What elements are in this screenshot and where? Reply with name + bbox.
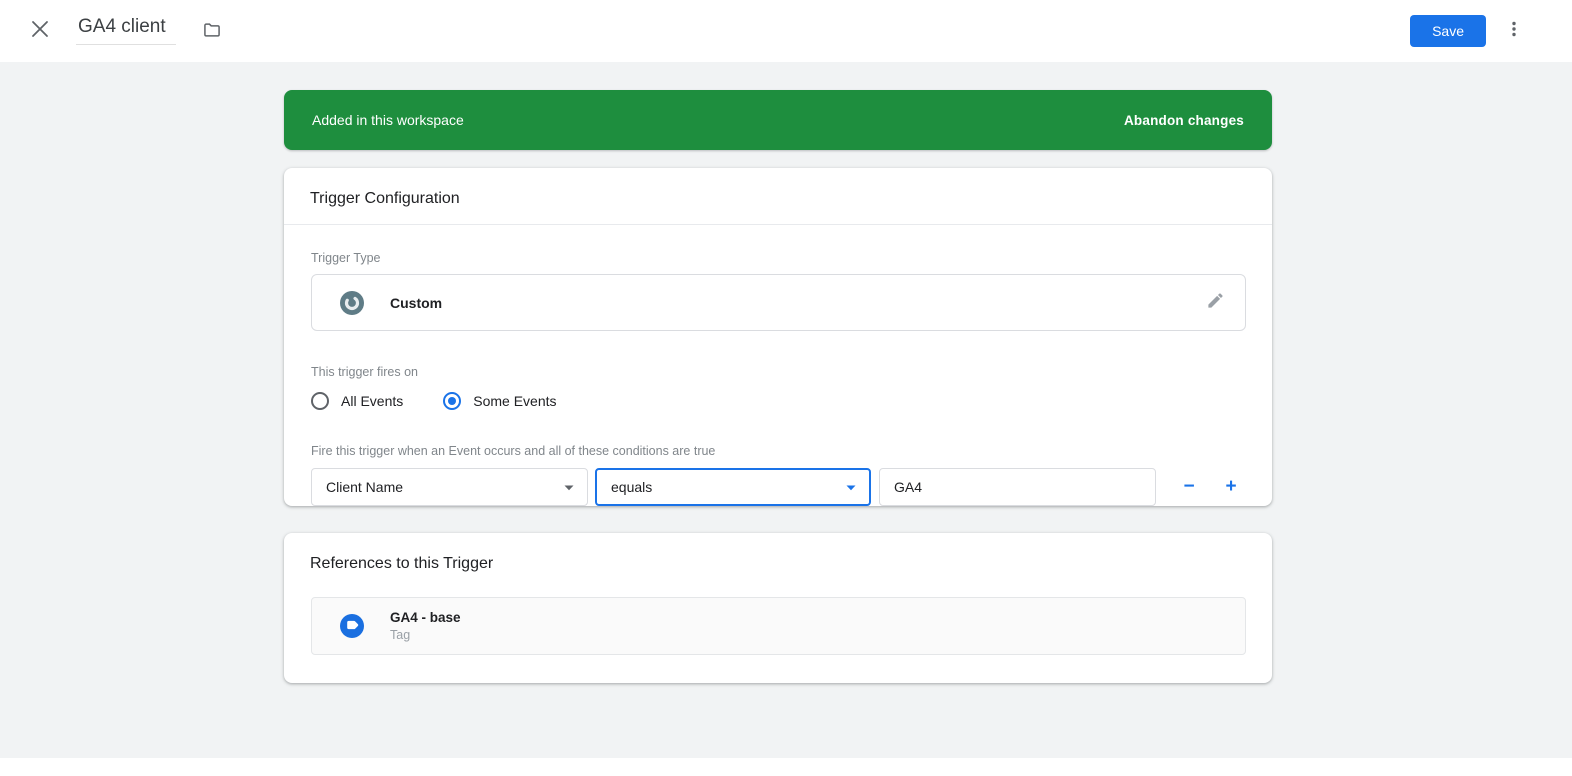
- reference-type: Tag: [390, 628, 411, 642]
- references-card: References to this Trigger GA4 - base Ta…: [284, 533, 1272, 683]
- chevron-down-icon: [845, 479, 857, 495]
- remove-condition-button[interactable]: −: [1174, 472, 1204, 502]
- top-bar: GA4 client Save: [0, 0, 1572, 62]
- trigger-name-field[interactable]: GA4 client: [76, 14, 176, 45]
- abandon-changes-button[interactable]: Abandon changes: [1124, 113, 1244, 128]
- radio-some-events[interactable]: Some Events: [443, 392, 557, 410]
- condition-operator-select[interactable]: equals: [595, 468, 871, 506]
- workspace-background: Added in this workspace Abandon changes …: [0, 62, 1572, 758]
- radio-some-events-label: Some Events: [473, 393, 557, 409]
- trigger-configuration-card: Trigger Configuration Trigger Type Custo…: [284, 168, 1272, 506]
- page-title[interactable]: GA4 client: [76, 14, 176, 45]
- folder-icon: [202, 20, 222, 45]
- folder-button[interactable]: [200, 20, 224, 44]
- content-column: Added in this workspace Abandon changes …: [284, 90, 1272, 683]
- close-icon: [31, 20, 49, 43]
- reference-name: GA4 - base: [390, 610, 461, 625]
- condition-row: Client Name equals − +: [311, 468, 1246, 506]
- radio-all-events[interactable]: All Events: [311, 392, 403, 410]
- plus-icon: +: [1225, 476, 1237, 497]
- minus-icon: −: [1183, 476, 1195, 497]
- pencil-icon: [1206, 291, 1225, 315]
- reference-item-ga4-base[interactable]: GA4 - base Tag: [311, 597, 1246, 655]
- trigger-type-selector[interactable]: Custom: [311, 274, 1246, 331]
- save-button[interactable]: Save: [1410, 15, 1486, 47]
- condition-variable-value: Client Name: [326, 479, 404, 495]
- add-condition-button[interactable]: +: [1216, 472, 1246, 502]
- radio-checked-icon: [443, 392, 462, 410]
- custom-trigger-icon: [339, 290, 365, 316]
- condition-value-input[interactable]: [879, 468, 1156, 506]
- chevron-down-icon: [563, 479, 575, 495]
- condition-variable-select[interactable]: Client Name: [311, 468, 588, 506]
- condition-operator-value: equals: [611, 479, 653, 495]
- reference-text: GA4 - base Tag: [390, 610, 461, 642]
- more-menu-button[interactable]: [1500, 17, 1528, 45]
- radio-all-events-label: All Events: [341, 393, 404, 409]
- fires-on-label: This trigger fires on: [311, 365, 418, 379]
- workspace-status-banner: Added in this workspace Abandon changes: [284, 90, 1272, 150]
- banner-message: Added in this workspace: [312, 112, 464, 128]
- fires-on-radio-group: All Events Some Events: [311, 392, 1246, 410]
- card-divider: [284, 224, 1272, 225]
- tag-icon: [339, 613, 365, 639]
- conditions-label: Fire this trigger when an Event occurs a…: [311, 444, 716, 458]
- more-vert-icon: [1505, 20, 1523, 43]
- trigger-type-label: Trigger Type: [311, 251, 381, 265]
- references-card-title: References to this Trigger: [310, 555, 494, 572]
- edit-trigger-type-button[interactable]: [1203, 291, 1227, 315]
- trigger-card-title: Trigger Configuration: [310, 190, 460, 207]
- radio-unchecked-icon: [311, 392, 329, 410]
- close-button[interactable]: [26, 17, 54, 45]
- trigger-type-value: Custom: [390, 294, 443, 311]
